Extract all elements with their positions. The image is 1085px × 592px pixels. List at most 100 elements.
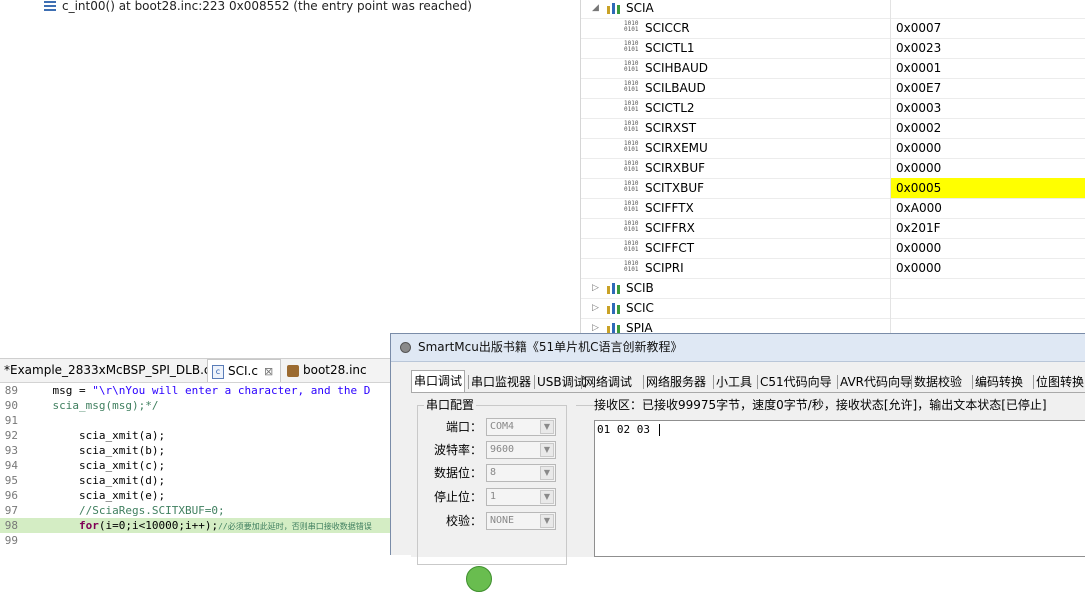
chevron-down-icon[interactable]: ▼ xyxy=(540,443,554,457)
serial-tab-5[interactable]: 小工具 xyxy=(714,372,754,392)
code-line[interactable]: 89 msg = "\r\nYou will enter a character… xyxy=(0,383,400,398)
group-name: SCIA xyxy=(626,1,654,15)
register-row-scictl2[interactable]: 1010 0101 SCICTL2 0x0003 xyxy=(581,98,1085,119)
serial-tab-8[interactable]: 数据校验 xyxy=(912,372,964,392)
tab-sci-c[interactable]: c SCI.c ⊠ xyxy=(207,359,281,382)
register-name: SCICTL1 xyxy=(645,41,695,55)
register-value[interactable]: 0x0005 xyxy=(891,178,1085,198)
close-tab-icon[interactable]: ⊠ xyxy=(264,365,273,378)
title-bar[interactable]: SmartMcu出版书籍《51单片机C语言创新教程》 xyxy=(391,334,1085,362)
code-line[interactable]: 93 scia_xmit(b); xyxy=(0,443,400,458)
chevron-down-icon[interactable]: ▼ xyxy=(540,490,554,504)
code-text: for(i=0;i<10000;i++);//必须要加此延时，否则串口接收数据错… xyxy=(26,518,372,534)
serial-tab-4[interactable]: 网络服务器 xyxy=(644,372,708,392)
register-value[interactable]: 0x0003 xyxy=(891,98,1085,118)
code-line[interactable]: 94 scia_xmit(c); xyxy=(0,458,400,473)
expand-arrow-icon[interactable]: ▷ xyxy=(592,283,599,293)
config-select[interactable]: NONE ▼ xyxy=(486,512,556,530)
serial-tool-window: SmartMcu出版书籍《51单片机C语言创新教程》 串口调试 串口监视器 USB调… xyxy=(390,333,1085,592)
config-select[interactable]: 1 ▼ xyxy=(486,488,556,506)
serial-tab-bar: 串口调试 串口监视器 USB调试 网络调试 网络服务器 小工具 C51代码向导 AVR代码向导… xyxy=(411,370,1085,392)
register-value[interactable]: 0x0000 xyxy=(891,138,1085,158)
register-value[interactable]: 0x0000 xyxy=(891,238,1085,258)
register-row-scihbaud[interactable]: 1010 0101 SCIHBAUD 0x0001 xyxy=(581,58,1085,79)
register-row-scirxemu[interactable]: 1010 0101 SCIRXEMU 0x0000 xyxy=(581,138,1085,159)
code-line[interactable]: 96 scia_xmit(e); xyxy=(0,488,400,503)
chevron-down-icon[interactable]: ▼ xyxy=(540,420,554,434)
serial-tab-10[interactable]: 位图转换 xyxy=(1034,372,1085,392)
code-line[interactable]: 90 scia_msg(msg);*/ xyxy=(0,398,400,413)
code-token: //必须要加此延时，否则串口接收数据错误 xyxy=(218,522,372,531)
register-group-scib[interactable]: ▷ SCIB xyxy=(581,278,1085,299)
receive-text[interactable]: 01 02 03 xyxy=(597,423,660,437)
open-port-button[interactable] xyxy=(466,566,492,592)
register-row-sciccr[interactable]: 1010 0101 SCICCR 0x0007 xyxy=(581,18,1085,39)
serial-tab-3[interactable]: 网络调试 xyxy=(582,372,634,392)
serial-tab-2[interactable]: USB调试 xyxy=(535,372,588,392)
register-row-scictl1[interactable]: 1010 0101 SCICTL1 0x0023 xyxy=(581,38,1085,59)
register-row-sciffrx[interactable]: 1010 0101 SCIFFRX 0x201F xyxy=(581,218,1085,239)
code-line[interactable]: 99 xyxy=(0,533,400,548)
register-row-scipri[interactable]: 1010 0101 SCIPRI 0x0000 xyxy=(581,258,1085,279)
register-value[interactable]: 0x201F xyxy=(891,218,1085,238)
group-name: SCIC xyxy=(626,301,654,315)
register-name: SCICCR xyxy=(645,21,690,35)
code-text: scia_xmit(d); xyxy=(26,473,165,488)
port-config-group: 串口配置 端口： COM4 ▼ 波特率： 9600 ▼ 数据位： 8 ▼ 停止位： 1 ▼ 校验： NON… xyxy=(417,397,567,592)
expand-arrow-icon[interactable]: ▷ xyxy=(592,323,599,333)
value-cell xyxy=(891,298,1085,318)
serial-tab-7[interactable]: AVR代码向导 xyxy=(838,372,914,392)
chevron-down-icon[interactable]: ▼ xyxy=(540,514,554,528)
line-number: 92 xyxy=(4,429,18,442)
current-code-line[interactable]: 98 for(i=0;i<10000;i++);//必须要加此延时，否则串口接收… xyxy=(0,518,400,533)
code-line[interactable]: 91 xyxy=(0,413,400,428)
tab-label: boot28.inc xyxy=(303,363,367,377)
stack-frame-row[interactable]: c_int00() at boot28.inc:223 0x008552 (th… xyxy=(44,0,472,14)
line-number: 99 xyxy=(4,534,18,547)
register-row-scirxbuf[interactable]: 1010 0101 SCIRXBUF 0x0000 xyxy=(581,158,1085,179)
register-row-scitxbuf[interactable]: 1010 0101 SCITXBUF 0x0005 xyxy=(581,178,1085,199)
line-number: 96 xyxy=(4,489,18,502)
register-row-scifftx[interactable]: 1010 0101 SCIFFTX 0xA000 xyxy=(581,198,1085,219)
register-value[interactable]: 0x0000 xyxy=(891,158,1085,178)
serial-tab-9[interactable]: 编码转换 xyxy=(973,372,1025,392)
group-name: SCIB xyxy=(626,281,654,295)
register-group-scia[interactable]: ◢ SCIA xyxy=(581,0,1085,19)
expand-arrow-icon[interactable]: ▷ xyxy=(592,303,599,313)
receive-status: 接收区：已接收99975字节，速度0字节/秒，接收状态[允许]，输出文本状态[已… xyxy=(594,397,1049,413)
code-line[interactable]: 95 scia_xmit(d); xyxy=(0,473,400,488)
receive-area[interactable]: 01 02 03 xyxy=(594,420,1085,557)
config-label: 端口： xyxy=(445,420,482,434)
register-icon: 1010 0101 xyxy=(624,120,639,133)
code-editor[interactable]: *Example_2833xMcBSP_SPI_DLB.c c SCI.c ⊠ bo… xyxy=(0,358,400,556)
config-select[interactable]: 9600 ▼ xyxy=(486,441,556,459)
serial-tab-0[interactable]: 串口调试 xyxy=(411,370,466,392)
code-text: scia_msg(msg);*/ xyxy=(26,398,158,413)
config-select[interactable]: 8 ▼ xyxy=(486,464,556,482)
collapse-arrow-icon[interactable]: ◢ xyxy=(592,3,599,13)
register-value[interactable]: 0x0007 xyxy=(891,18,1085,38)
serial-tab-6[interactable]: C51代码向导 xyxy=(758,372,834,392)
editor-tab-bar: *Example_2833xMcBSP_SPI_DLB.c c SCI.c ⊠ bo… xyxy=(0,359,400,383)
code-line[interactable]: 97 //SciaRegs.SCITXBUF=0; xyxy=(0,503,400,518)
register-value[interactable]: 0x00E7 xyxy=(891,78,1085,98)
register-value[interactable]: 0x0000 xyxy=(891,258,1085,278)
tab-example-mcbsp[interactable]: *Example_2833xMcBSP_SPI_DLB.c xyxy=(0,359,211,382)
line-number: 93 xyxy=(4,444,18,457)
register-value[interactable]: 0x0002 xyxy=(891,118,1085,138)
register-group-scic[interactable]: ▷ SCIC xyxy=(581,298,1085,319)
chevron-down-icon[interactable]: ▼ xyxy=(540,466,554,480)
config-select[interactable]: COM4 ▼ xyxy=(486,418,556,436)
tab-boot28-inc[interactable]: boot28.inc xyxy=(283,359,367,382)
register-value[interactable]: 0x0023 xyxy=(891,38,1085,58)
code-token: //SciaRegs.SCITXBUF=0; xyxy=(26,504,225,517)
code-line[interactable]: 92 scia_xmit(a); xyxy=(0,428,400,443)
register-row-sciffct[interactable]: 1010 0101 SCIFFCT 0x0000 xyxy=(581,238,1085,259)
register-value[interactable]: 0x0001 xyxy=(891,58,1085,78)
register-value[interactable]: 0xA000 xyxy=(891,198,1085,218)
serial-tab-1[interactable]: 串口监视器 xyxy=(469,372,533,392)
register-row-scirxst[interactable]: 1010 0101 SCIRXST 0x0002 xyxy=(581,118,1085,139)
name-cell: 1010 0101 SCIRXBUF xyxy=(581,158,891,178)
code-text: scia_xmit(b); xyxy=(26,443,165,458)
register-row-scilbaud[interactable]: 1010 0101 SCILBAUD 0x00E7 xyxy=(581,78,1085,99)
